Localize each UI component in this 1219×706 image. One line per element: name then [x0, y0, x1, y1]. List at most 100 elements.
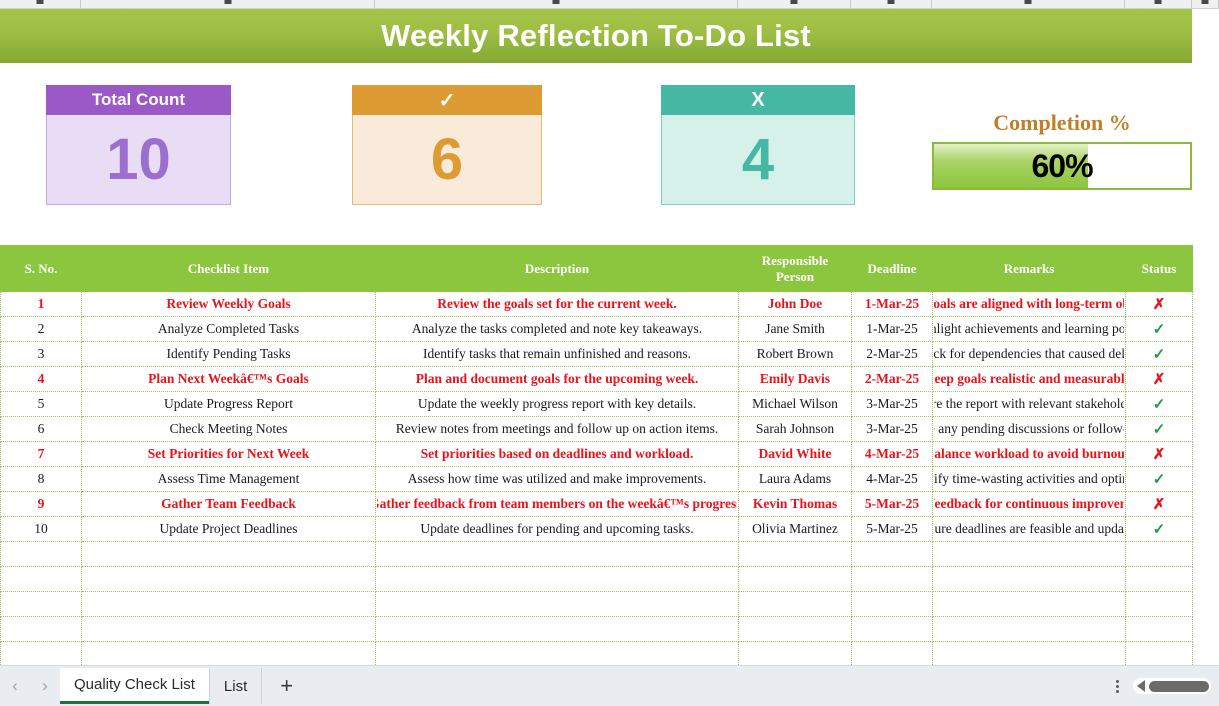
cell-empty[interactable]	[0, 591, 82, 617]
horizontal-scrollbar[interactable]	[1133, 678, 1211, 694]
column-header-deadline[interactable]: Deadline	[851, 245, 933, 292]
cell-checklist-item[interactable]: Gather Team Feedback	[81, 491, 376, 517]
cell-responsible-person[interactable]: Michael Wilson	[738, 391, 852, 417]
cell-status[interactable]: ✗	[1125, 366, 1193, 392]
cell-remarks[interactable]: Check for dependencies that caused delay…	[932, 341, 1126, 367]
cell-checklist-item[interactable]: Set Priorities for Next Week	[81, 441, 376, 467]
cell-checklist-item[interactable]: Plan Next Weekâ€™s Goals	[81, 366, 376, 392]
cell-remarks[interactable]: Share the report with relevant stakehold…	[932, 391, 1126, 417]
column-header-remarks[interactable]: Remarks	[932, 245, 1126, 292]
column-header-checklist-item[interactable]: Checklist Item	[81, 245, 376, 292]
cell-status[interactable]: ✓	[1125, 416, 1193, 442]
cell-responsible-person[interactable]: Sarah Johnson	[738, 416, 852, 442]
cell-remarks[interactable]: Ensure deadlines are feasible and update…	[932, 516, 1126, 542]
cell-responsible-person[interactable]: Kevin Thomas	[738, 491, 852, 517]
column-header-status[interactable]: Status	[1125, 245, 1193, 292]
cell-checklist-item[interactable]: Update Project Deadlines	[81, 516, 376, 542]
cell-serial-number[interactable]: 4	[0, 366, 82, 392]
cell-empty[interactable]	[375, 541, 739, 567]
column-header-responsible-person[interactable]: Responsible Person	[738, 245, 852, 292]
cell-deadline[interactable]: 4-Mar-25	[851, 466, 933, 492]
vertical-dots-icon[interactable]	[1116, 679, 1119, 693]
table-row[interactable]: 2 Analyze Completed Tasks Analyze the task…	[0, 316, 1193, 342]
cell-deadline[interactable]: 1-Mar-25	[851, 291, 933, 317]
cell-empty[interactable]	[375, 616, 739, 642]
column-header-cell[interactable]	[738, 0, 851, 8]
cell-empty[interactable]	[932, 616, 1126, 642]
cell-empty[interactable]	[738, 566, 852, 592]
cell-empty[interactable]	[932, 591, 1126, 617]
cell-empty[interactable]	[0, 541, 82, 567]
column-header-cell[interactable]	[81, 0, 375, 8]
cell-remarks[interactable]: Use feedback for continuous improvement.	[932, 491, 1126, 517]
cell-status[interactable]: ✗	[1125, 291, 1193, 317]
table-row-empty[interactable]	[0, 591, 1193, 617]
cell-deadline[interactable]: 3-Mar-25	[851, 391, 933, 417]
sheet-tab-quality-check-list[interactable]: Quality Check List	[60, 668, 209, 704]
cell-deadline[interactable]: 2-Mar-25	[851, 341, 933, 367]
cell-serial-number[interactable]: 5	[0, 391, 82, 417]
cell-checklist-item[interactable]: Identify Pending Tasks	[81, 341, 376, 367]
cell-empty[interactable]	[1125, 616, 1193, 642]
cell-responsible-person[interactable]: Laura Adams	[738, 466, 852, 492]
cell-status[interactable]: ✓	[1125, 516, 1193, 542]
cell-empty[interactable]	[81, 616, 376, 642]
table-row-empty[interactable]	[0, 616, 1193, 642]
column-header-serial[interactable]: S. No.	[0, 245, 82, 292]
cell-responsible-person[interactable]: Jane Smith	[738, 316, 852, 342]
cell-empty[interactable]	[375, 566, 739, 592]
table-row[interactable]: 4 Plan Next Weekâ€™s Goals Plan and docume…	[0, 366, 1193, 392]
table-row[interactable]: 8 Assess Time Management Assess how time w…	[0, 466, 1193, 492]
table-row[interactable]: 5 Update Progress Report Update the weekly…	[0, 391, 1193, 417]
cell-remarks[interactable]: Keep goals realistic and measurable.	[932, 366, 1126, 392]
cell-responsible-person[interactable]: Olivia Martinez	[738, 516, 852, 542]
cell-status[interactable]: ✓	[1125, 466, 1193, 492]
cell-serial-number[interactable]: 2	[0, 316, 82, 342]
cell-remarks[interactable]: Ensure goals are aligned with long-term …	[932, 291, 1126, 317]
cell-empty[interactable]	[1125, 641, 1193, 667]
column-header-cell[interactable]	[1125, 0, 1192, 8]
table-row-empty[interactable]	[0, 541, 1193, 567]
cell-remarks[interactable]: Balance workload to avoid burnout.	[932, 441, 1126, 467]
cell-description[interactable]: Update the weekly progress report with k…	[375, 391, 739, 417]
cell-empty[interactable]	[1125, 591, 1193, 617]
sheet-next-arrow-icon[interactable]: ›	[30, 676, 60, 696]
cell-empty[interactable]	[932, 641, 1126, 667]
cell-description[interactable]: Update deadlines for pending and upcomin…	[375, 516, 739, 542]
cell-status[interactable]: ✓	[1125, 316, 1193, 342]
cell-checklist-item[interactable]: Check Meeting Notes	[81, 416, 376, 442]
column-header-cell[interactable]	[0, 0, 81, 8]
cell-status[interactable]: ✗	[1125, 491, 1193, 517]
cell-serial-number[interactable]: 9	[0, 491, 82, 517]
cell-empty[interactable]	[1125, 541, 1193, 567]
cell-responsible-person[interactable]: John Doe	[738, 291, 852, 317]
cell-serial-number[interactable]: 10	[0, 516, 82, 542]
cell-remarks[interactable]: Highlight achievements and learning poin…	[932, 316, 1126, 342]
table-row[interactable]: 3 Identify Pending Tasks Identify tasks th…	[0, 341, 1193, 367]
cell-empty[interactable]	[932, 541, 1126, 567]
scrollbar-thumb[interactable]	[1149, 680, 1209, 692]
cell-checklist-item[interactable]: Analyze Completed Tasks	[81, 316, 376, 342]
cell-serial-number[interactable]: 8	[0, 466, 82, 492]
cell-status[interactable]: ✓	[1125, 341, 1193, 367]
cell-serial-number[interactable]: 1	[0, 291, 82, 317]
cell-responsible-person[interactable]: Robert Brown	[738, 341, 852, 367]
cell-empty[interactable]	[0, 616, 82, 642]
cell-status[interactable]: ✗	[1125, 441, 1193, 467]
column-header-cell[interactable]	[375, 0, 738, 8]
cell-deadline[interactable]: 1-Mar-25	[851, 316, 933, 342]
cell-deadline[interactable]: 5-Mar-25	[851, 491, 933, 517]
cell-empty[interactable]	[851, 566, 933, 592]
cell-description[interactable]: Review the goals set for the current wee…	[375, 291, 739, 317]
cell-checklist-item[interactable]: Review Weekly Goals	[81, 291, 376, 317]
cell-description[interactable]: Identify tasks that remain unfinished an…	[375, 341, 739, 367]
cell-description[interactable]: Set priorities based on deadlines and wo…	[375, 441, 739, 467]
table-row[interactable]: 6 Check Meeting Notes Review notes from me…	[0, 416, 1193, 442]
cell-serial-number[interactable]: 6	[0, 416, 82, 442]
table-row[interactable]: 1 Review Weekly Goals Review the goals set…	[0, 291, 1193, 317]
cell-deadline[interactable]: 4-Mar-25	[851, 441, 933, 467]
cell-empty[interactable]	[738, 641, 852, 667]
cell-checklist-item[interactable]: Assess Time Management	[81, 466, 376, 492]
cell-empty[interactable]	[1125, 566, 1193, 592]
cell-empty[interactable]	[851, 641, 933, 667]
